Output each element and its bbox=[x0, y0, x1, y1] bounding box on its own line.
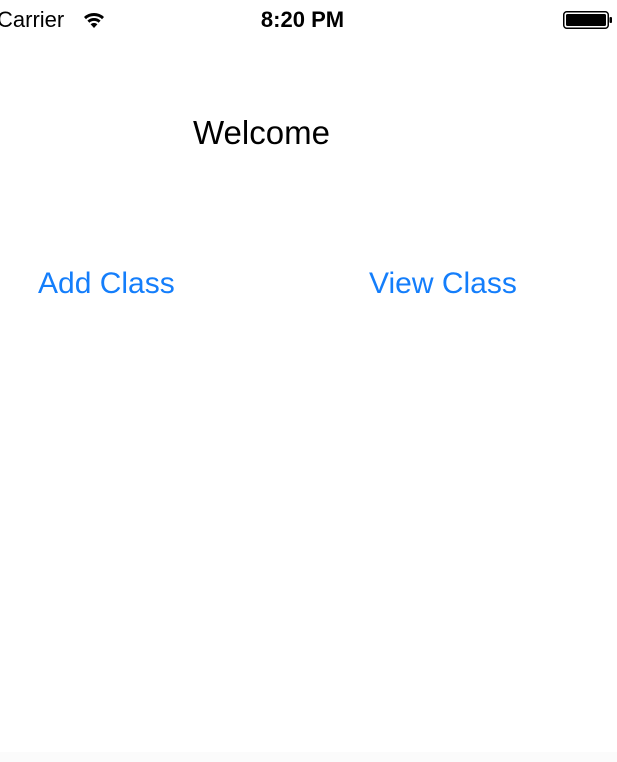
status-time: 8:20 PM bbox=[0, 8, 617, 32]
add-class-button[interactable]: Add Class bbox=[38, 266, 175, 302]
app-screen: Carrier 8:20 PM Welcome Add Class View C… bbox=[0, 0, 617, 762]
bottom-edge bbox=[0, 752, 617, 762]
status-bar: Carrier 8:20 PM bbox=[0, 0, 617, 40]
battery-icon bbox=[563, 11, 612, 29]
page-title: Welcome bbox=[193, 114, 330, 151]
view-class-button[interactable]: View Class bbox=[369, 266, 517, 302]
status-time-text: 8:20 PM bbox=[260, 7, 345, 32]
